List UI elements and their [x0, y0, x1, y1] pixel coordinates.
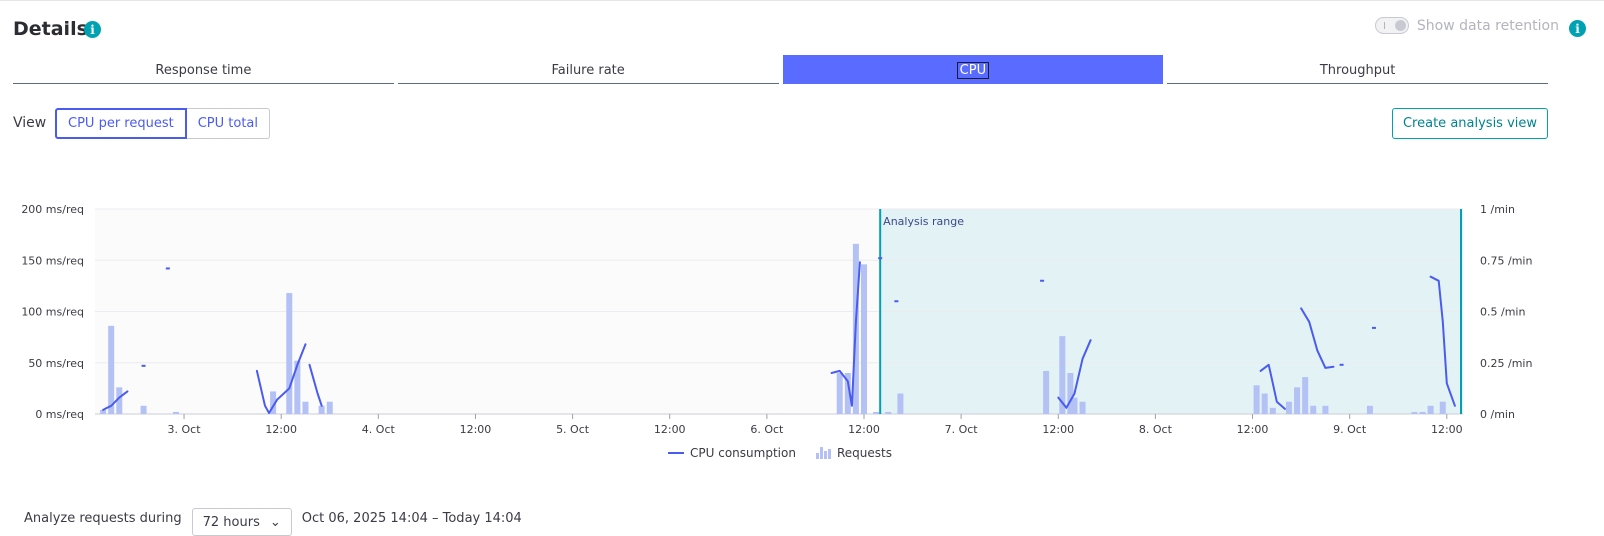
- requests-bar: [286, 293, 293, 414]
- toggle-switch[interactable]: [1374, 17, 1409, 34]
- y-right-tick-label: 0.5 /min: [1480, 306, 1525, 319]
- requests-bar: [1285, 401, 1292, 414]
- requests-bar: [1310, 405, 1317, 414]
- requests-bar: [326, 401, 333, 414]
- chart-legend: CPU consumption Requests: [0, 446, 1560, 460]
- requests-bar: [1366, 405, 1373, 414]
- cpu-total-button[interactable]: CPU total: [186, 108, 271, 139]
- x-tick-label: 12:00: [848, 423, 880, 435]
- top-divider: [0, 0, 1604, 1]
- requests-bar: [172, 411, 179, 414]
- data-retention-toggle[interactable]: Show data retention: [1374, 17, 1559, 34]
- retention-label: Show data retention: [1416, 17, 1559, 34]
- requests-bar: [1294, 387, 1301, 414]
- y-left-tick-label: 150 ms/req: [21, 254, 84, 267]
- page-title: Details: [13, 18, 88, 40]
- legend-cpu[interactable]: CPU consumption: [668, 446, 796, 460]
- requests-bar: [873, 411, 880, 414]
- tab-failure-rate[interactable]: Failure rate: [397, 55, 779, 84]
- x-tick-label: 12:00: [265, 423, 297, 435]
- requests-bar: [1302, 377, 1309, 414]
- requests-bar: [1411, 411, 1418, 414]
- x-tick-label: 9. Oct: [1333, 423, 1367, 435]
- tab-throughput[interactable]: Throughput: [1167, 55, 1548, 84]
- requests-bar: [1322, 405, 1329, 414]
- x-tick-label: 12:00: [1042, 423, 1074, 435]
- y-left-tick-label: 200 ms/req: [21, 203, 84, 216]
- create-analysis-view-button[interactable]: Create analysis view: [1392, 108, 1548, 139]
- requests-bar: [302, 401, 309, 414]
- legend-requests[interactable]: Requests: [815, 446, 892, 460]
- requests-bar: [108, 325, 115, 414]
- x-tick-label: 8. Oct: [1139, 423, 1173, 435]
- info-icon[interactable]: i: [84, 21, 101, 38]
- requests-bar: [1269, 407, 1276, 414]
- analyze-bar: Analyze requests during 72 hours ⌄ Oct 06…: [24, 500, 522, 536]
- requests-bar: [140, 405, 147, 414]
- period-select[interactable]: 72 hours ⌄: [191, 508, 292, 536]
- x-tick-label: 12:00: [1431, 423, 1463, 435]
- analysis-range-label: Analysis range: [883, 215, 964, 228]
- requests-bar: [836, 373, 843, 414]
- y-right-tick-label: 0 /min: [1480, 408, 1515, 421]
- x-tick-label: 6. Oct: [750, 423, 784, 435]
- requests-bar: [1253, 385, 1260, 414]
- x-tick-label: 7. Oct: [945, 423, 979, 435]
- requests-bar: [860, 264, 867, 414]
- requests-bar: [318, 405, 325, 414]
- cpu-chart[interactable]: 0 ms/req 0 /min 50 ms/req 0.25 /min 100 ms/r…: [0, 195, 1560, 435]
- y-left-tick-label: 50 ms/req: [28, 357, 84, 370]
- requests-bar: [1439, 401, 1446, 414]
- y-left-tick-label: 100 ms/req: [21, 306, 84, 319]
- requests-bar: [885, 411, 892, 414]
- y-right-tick-label: 0.75 /min: [1480, 254, 1532, 267]
- requests-bar: [1419, 411, 1426, 414]
- metric-tabs: Response time Failure rate CPU Throughpu…: [13, 55, 1548, 84]
- legend-requests-label: Requests: [836, 446, 892, 460]
- requests-bar: [1043, 370, 1050, 414]
- x-tick-label: 12:00: [654, 423, 686, 435]
- cpu-per-request-button[interactable]: CPU per request: [55, 108, 187, 139]
- bar-legend-icon: [815, 447, 831, 459]
- line-legend-icon: [668, 452, 685, 454]
- y-right-tick-label: 0.25 /min: [1480, 357, 1532, 370]
- requests-bar: [1261, 393, 1268, 414]
- requests-bar: [897, 393, 904, 414]
- x-tick-label: 3. Oct: [168, 423, 202, 435]
- chevron-down-icon: ⌄: [269, 514, 281, 530]
- tab-cpu[interactable]: CPU: [782, 55, 1164, 84]
- requests-bar: [1079, 401, 1086, 414]
- legend-cpu-label: CPU consumption: [690, 446, 796, 460]
- requests-bar: [1427, 405, 1434, 414]
- x-tick-label: 5. Oct: [556, 423, 590, 435]
- y-left-tick-label: 0 ms/req: [35, 408, 84, 421]
- x-tick-label: 12:00: [460, 423, 492, 435]
- tab-response-time[interactable]: Response time: [13, 55, 394, 84]
- retention-info-icon[interactable]: i: [1569, 20, 1586, 37]
- view-label: View: [13, 115, 47, 131]
- view-switch: CPU per request CPU total: [55, 108, 271, 139]
- x-tick-label: 12:00: [1237, 423, 1269, 435]
- requests-bar: [1071, 397, 1078, 414]
- analyze-label: Analyze requests during: [24, 510, 182, 526]
- y-right-tick-label: 1 /min: [1480, 203, 1515, 216]
- x-tick-label: 4. Oct: [362, 423, 396, 435]
- time-range: Oct 06, 2025 14:04 – Today 14:04: [301, 510, 522, 526]
